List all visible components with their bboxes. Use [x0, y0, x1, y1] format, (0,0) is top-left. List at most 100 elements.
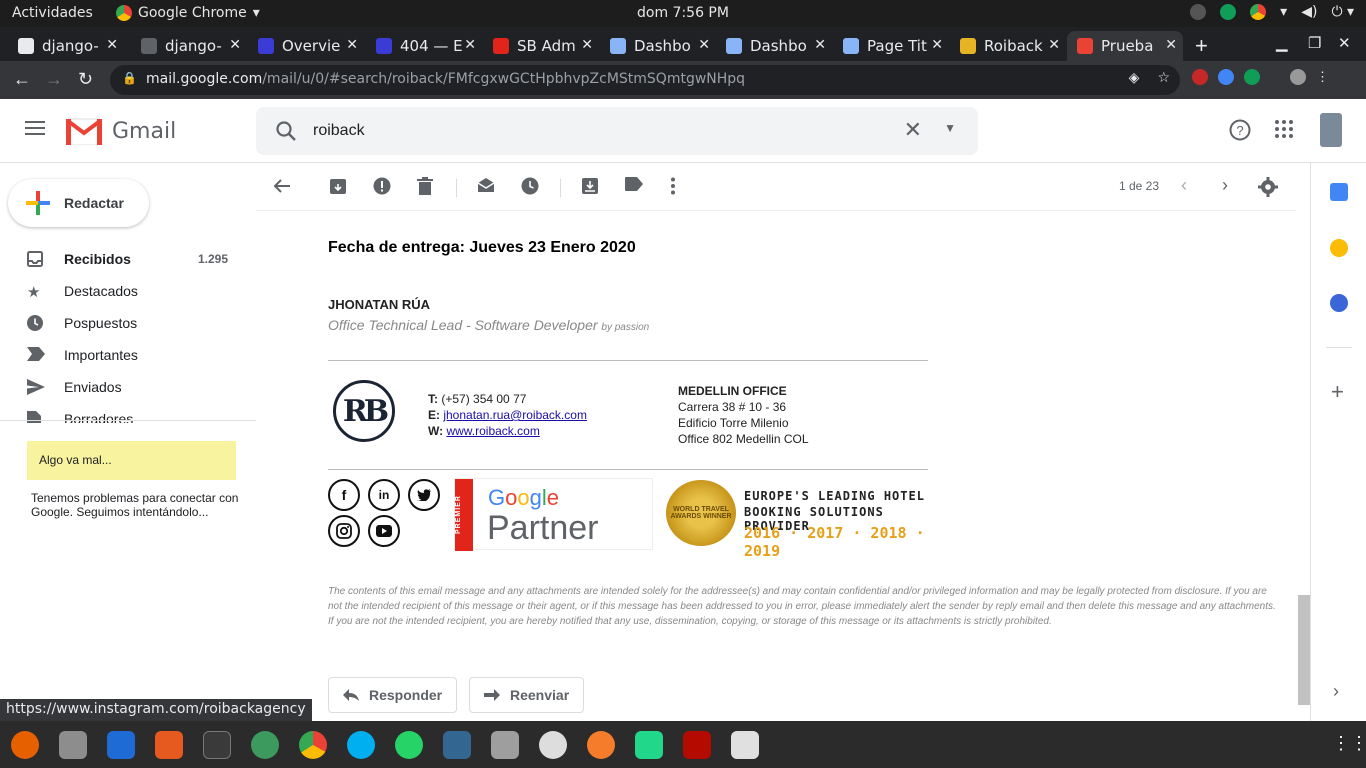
- tab-close-icon[interactable]: ✕: [464, 37, 476, 53]
- reply-button[interactable]: Responder: [328, 677, 457, 713]
- search-input[interactable]: roiback: [313, 122, 365, 140]
- website-link[interactable]: www.roiback.com: [446, 424, 539, 438]
- writer-icon[interactable]: [107, 731, 135, 759]
- app-menu[interactable]: Google Chrome ▾: [116, 5, 260, 21]
- tab-close-icon[interactable]: ✕: [106, 37, 118, 53]
- pycharm-icon[interactable]: [635, 731, 663, 759]
- more-options-icon[interactable]: [670, 177, 690, 197]
- tab-close-icon[interactable]: ✕: [1165, 37, 1177, 53]
- delete-icon[interactable]: [417, 177, 437, 197]
- software-center-icon[interactable]: [155, 731, 183, 759]
- acrobat-icon[interactable]: [683, 731, 711, 759]
- address-bar[interactable]: 🔒 mail.google.com/mail/u/0/#search/roiba…: [110, 65, 1180, 95]
- minimize-icon[interactable]: ▁: [1276, 34, 1288, 52]
- chrome-dock-icon[interactable]: [299, 731, 327, 759]
- tab-close-icon[interactable]: ✕: [698, 37, 710, 53]
- search-options-icon[interactable]: ▼: [944, 121, 956, 135]
- linkedin-icon[interactable]: in: [368, 479, 400, 511]
- tab-close-icon[interactable]: ✕: [229, 37, 241, 53]
- browser-tab[interactable]: SB Adm ✕: [483, 31, 599, 61]
- system-tray[interactable]: ▾ ◀) ⏻ ▾: [1190, 4, 1354, 20]
- gmail-logo[interactable]: Gmail: [66, 117, 176, 145]
- hangouts-extension-icon[interactable]: [1244, 69, 1260, 85]
- chrome-tray-icon[interactable]: [1250, 4, 1267, 20]
- sidebar-item-snoozed[interactable]: Pospuestos: [0, 307, 256, 339]
- forward-icon[interactable]: →: [45, 69, 63, 90]
- extension-eye-icon[interactable]: ◈: [1129, 70, 1140, 86]
- search-icon[interactable]: [274, 119, 298, 143]
- twitter-icon[interactable]: [408, 479, 440, 511]
- instagram-icon[interactable]: [328, 515, 360, 547]
- move-to-icon[interactable]: [581, 177, 601, 197]
- help-icon[interactable]: ?: [1229, 119, 1251, 144]
- camera-icon[interactable]: [491, 731, 519, 759]
- back-to-list-icon[interactable]: [273, 177, 293, 197]
- browser-tab[interactable]: 404 — E ✕: [366, 31, 482, 61]
- tasks-icon[interactable]: [1330, 294, 1348, 312]
- report-spam-icon[interactable]: [373, 177, 393, 197]
- account-avatar[interactable]: [1320, 113, 1342, 147]
- firefox-icon[interactable]: [11, 731, 39, 759]
- browser-tab[interactable]: Roiback ✕: [950, 31, 1066, 61]
- expand-panel-icon[interactable]: ›: [1333, 681, 1339, 702]
- scrollbar-thumb[interactable]: [1298, 595, 1310, 705]
- new-tab-button[interactable]: +: [1195, 33, 1208, 59]
- browser-tab[interactable]: Prueba ✕: [1067, 31, 1183, 61]
- back-icon[interactable]: ←: [13, 69, 31, 90]
- terminal-icon[interactable]: [203, 731, 231, 759]
- close-window-icon[interactable]: ✕: [1338, 34, 1351, 52]
- hangouts-tray-icon[interactable]: [1220, 4, 1237, 20]
- archive-icon[interactable]: [329, 177, 349, 197]
- sidebar-item-starred[interactable]: ★ Destacados: [0, 275, 256, 307]
- files-icon[interactable]: [59, 731, 87, 759]
- snooze-icon[interactable]: [521, 177, 541, 197]
- postman-icon[interactable]: [587, 731, 615, 759]
- clear-search-icon[interactable]: ✕: [904, 117, 922, 143]
- wifi-icon[interactable]: ▾: [1280, 4, 1287, 20]
- browser-tab[interactable]: Page Tit ✕: [833, 31, 949, 61]
- chrome-menu-icon[interactable]: ⋮: [1316, 69, 1329, 85]
- whatsapp-icon[interactable]: [395, 731, 423, 759]
- facebook-icon[interactable]: f: [328, 479, 360, 511]
- whatsapp-tray-icon[interactable]: [1190, 4, 1207, 20]
- keep-icon[interactable]: [1330, 239, 1348, 257]
- settings-gear-icon[interactable]: [1258, 177, 1278, 197]
- clock[interactable]: dom 7:56 PM: [637, 5, 729, 21]
- tab-close-icon[interactable]: ✕: [814, 37, 826, 53]
- label-icon[interactable]: [625, 177, 645, 197]
- browser-tab[interactable]: django- ✕: [131, 31, 247, 61]
- browser-tab[interactable]: Overvie ✕: [248, 31, 364, 61]
- email-link[interactable]: jhonatan.rua@roiback.com: [443, 408, 587, 422]
- compose-button[interactable]: Redactar: [8, 179, 149, 227]
- yab-extension-icon[interactable]: [1192, 69, 1208, 85]
- search-bar[interactable]: roiback ✕ ▼: [256, 107, 978, 155]
- atom-icon[interactable]: [251, 731, 279, 759]
- apps-grid-icon[interactable]: [1274, 119, 1294, 142]
- postgres-icon[interactable]: [443, 731, 471, 759]
- mark-unread-icon[interactable]: [477, 177, 497, 197]
- sidebar-item-inbox[interactable]: Recibidos 1.295: [0, 243, 256, 275]
- ball-icon[interactable]: [539, 731, 567, 759]
- power-icon[interactable]: ⏻ ▾: [1331, 4, 1354, 20]
- translate-extension-icon[interactable]: [1218, 69, 1234, 85]
- bookmark-star-icon[interactable]: ☆: [1157, 70, 1170, 86]
- profile-avatar[interactable]: [1290, 69, 1306, 85]
- tab-close-icon[interactable]: ✕: [931, 37, 943, 53]
- browser-tab[interactable]: django- ✕: [8, 31, 124, 61]
- volume-icon[interactable]: ◀): [1301, 4, 1317, 20]
- browser-tab[interactable]: Dashbo ✕: [600, 31, 716, 61]
- tab-close-icon[interactable]: ✕: [346, 37, 358, 53]
- sidebar-item-sent[interactable]: Enviados: [0, 371, 256, 403]
- reload-icon[interactable]: ↻: [78, 69, 93, 90]
- tab-close-icon[interactable]: ✕: [1048, 37, 1060, 53]
- add-addon-icon[interactable]: +: [1331, 379, 1344, 405]
- older-icon[interactable]: ›: [1222, 175, 1242, 195]
- maximize-icon[interactable]: ❐: [1308, 34, 1321, 52]
- newer-icon[interactable]: ‹: [1181, 175, 1201, 195]
- show-apps-icon[interactable]: ⋮⋮⋮: [1332, 733, 1366, 754]
- forward-button[interactable]: Reenviar: [469, 677, 584, 713]
- notes-icon[interactable]: [731, 731, 759, 759]
- calendar-icon[interactable]: [1330, 183, 1348, 201]
- sidebar-item-important[interactable]: Importantes: [0, 339, 256, 371]
- tab-close-icon[interactable]: ✕: [581, 37, 593, 53]
